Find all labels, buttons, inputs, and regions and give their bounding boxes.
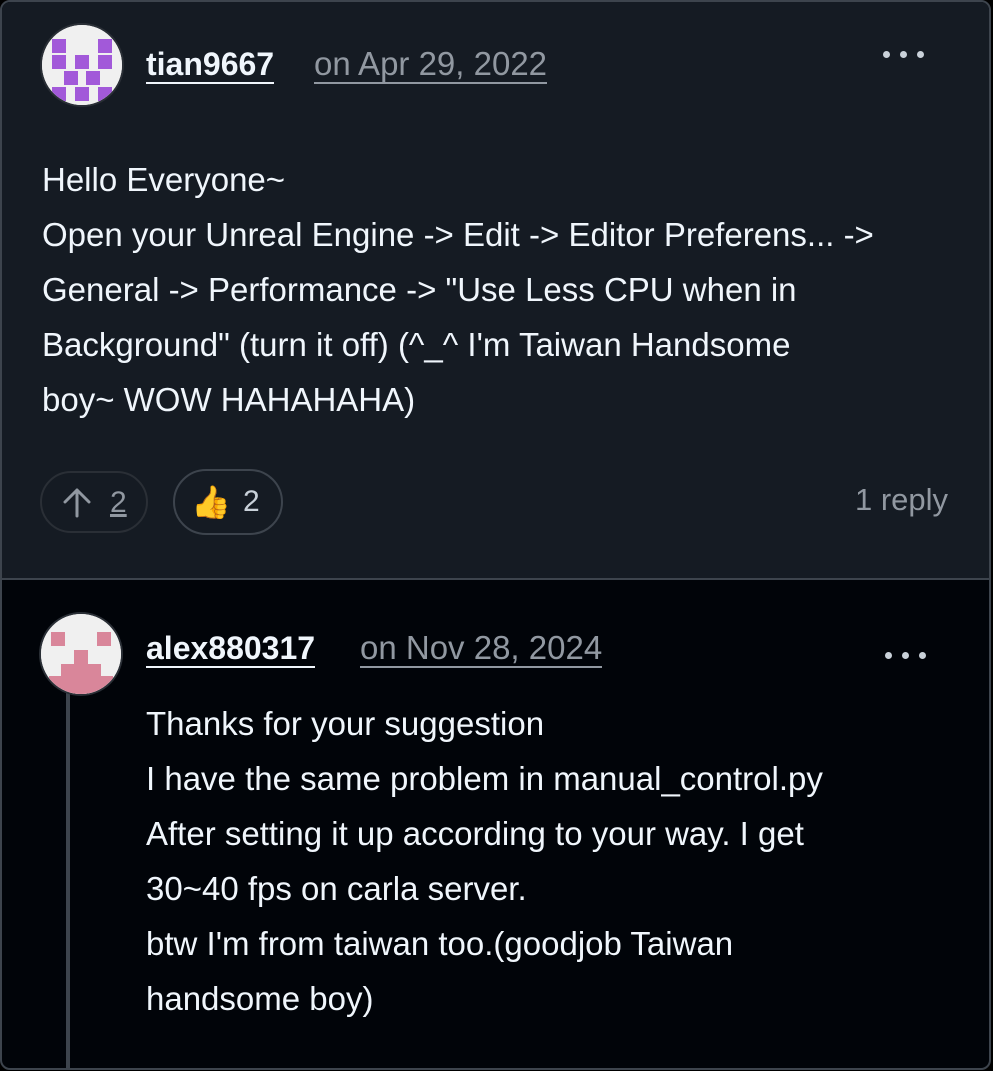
reply-author-link[interactable]: alex880317 [146, 630, 316, 668]
thread-line [66, 690, 70, 1068]
identicon-icon [41, 614, 121, 694]
reply-date-link[interactable]: on Nov 28, 2024 [360, 630, 603, 668]
comment: tian9667 on Apr 29, 2022 Hello Everyone~… [2, 2, 989, 580]
identicon-icon [42, 25, 122, 105]
discussion-card: tian9667 on Apr 29, 2022 Hello Everyone~… [0, 0, 991, 1070]
reply-avatar[interactable] [39, 612, 123, 696]
upvote-count: 2 [110, 486, 127, 519]
comment-options-button[interactable] [879, 39, 929, 69]
upvote-button[interactable]: 2 [40, 471, 148, 533]
reply-body: Thanks for your suggestion I have the sa… [146, 705, 823, 1017]
avatar[interactable] [40, 23, 124, 107]
thumbs-up-icon: 👍 [191, 484, 231, 520]
reply-count-link[interactable]: 1 reply [855, 482, 948, 518]
comment-date-link[interactable]: on Apr 29, 2022 [314, 46, 548, 84]
arrow-up-icon [63, 488, 91, 518]
reply-options-button[interactable] [881, 640, 931, 670]
comment-author-link[interactable]: tian9667 [146, 46, 275, 84]
comment-body: Hello Everyone~ Open your Unreal Engine … [42, 161, 874, 418]
reaction-count: 2 [243, 485, 260, 518]
thumbs-up-reaction-button[interactable]: 👍 2 [173, 469, 283, 535]
